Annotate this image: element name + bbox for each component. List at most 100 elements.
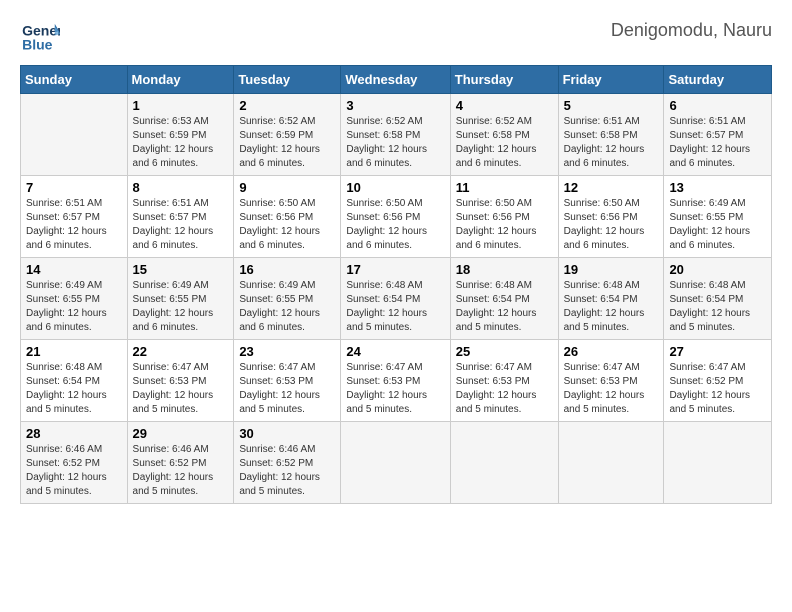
week-row-5: 28 Sunrise: 6:46 AMSunset: 6:52 PMDayligh…: [21, 422, 772, 504]
calendar-cell: 17 Sunrise: 6:48 AMSunset: 6:54 PMDayligh…: [341, 258, 450, 340]
day-number: 2: [239, 98, 335, 113]
calendar-cell: 2 Sunrise: 6:52 AMSunset: 6:59 PMDaylight…: [234, 94, 341, 176]
day-info: Sunrise: 6:48 AMSunset: 6:54 PMDaylight:…: [456, 279, 553, 335]
calendar-cell: [664, 422, 772, 504]
col-header-sunday: Sunday: [21, 66, 128, 94]
day-number: 18: [456, 262, 553, 277]
day-info: Sunrise: 6:46 AMSunset: 6:52 PMDaylight:…: [26, 443, 122, 499]
calendar-cell: 30 Sunrise: 6:46 AMSunset: 6:52 PMDayligh…: [234, 422, 341, 504]
day-number: 28: [26, 426, 122, 441]
day-number: 1: [133, 98, 229, 113]
col-header-wednesday: Wednesday: [341, 66, 450, 94]
calendar-cell: 11 Sunrise: 6:50 AMSunset: 6:56 PMDayligh…: [450, 176, 558, 258]
day-number: 30: [239, 426, 335, 441]
calendar-cell: 25Sunrise: 6:47 AMSunset: 6:53 PMDayligh…: [450, 340, 558, 422]
col-header-saturday: Saturday: [664, 66, 772, 94]
day-number: 12: [564, 180, 659, 195]
day-info: Sunrise: 6:50 AMSunset: 6:56 PMDaylight:…: [456, 197, 553, 253]
col-header-friday: Friday: [558, 66, 664, 94]
day-number: 26: [564, 344, 659, 359]
day-number: 29: [133, 426, 229, 441]
day-info: Sunrise: 6:47 AMSunset: 6:53 PMDaylight:…: [456, 361, 553, 417]
day-number: 24: [346, 344, 444, 359]
day-info: Sunrise: 6:51 AMSunset: 6:57 PMDaylight:…: [669, 115, 766, 171]
week-row-1: 1 Sunrise: 6:53 AMSunset: 6:59 PMDaylight…: [21, 94, 772, 176]
calendar-cell: 8 Sunrise: 6:51 AMSunset: 6:57 PMDaylight…: [127, 176, 234, 258]
col-header-monday: Monday: [127, 66, 234, 94]
day-info: Sunrise: 6:52 AMSunset: 6:58 PMDaylight:…: [456, 115, 553, 171]
day-number: 21: [26, 344, 122, 359]
day-info: Sunrise: 6:50 AMSunset: 6:56 PMDaylight:…: [346, 197, 444, 253]
calendar-cell: [558, 422, 664, 504]
day-info: Sunrise: 6:46 AMSunset: 6:52 PMDaylight:…: [239, 443, 335, 499]
day-number: 15: [133, 262, 229, 277]
calendar-cell: 13 Sunrise: 6:49 AMSunset: 6:55 PMDayligh…: [664, 176, 772, 258]
day-info: Sunrise: 6:50 AMSunset: 6:56 PMDaylight:…: [564, 197, 659, 253]
week-row-3: 14 Sunrise: 6:49 AMSunset: 6:55 PMDayligh…: [21, 258, 772, 340]
day-info: Sunrise: 6:49 AMSunset: 6:55 PMDaylight:…: [133, 279, 229, 335]
day-number: 13: [669, 180, 766, 195]
day-info: Sunrise: 6:48 AMSunset: 6:54 PMDaylight:…: [26, 361, 122, 417]
week-row-4: 21 Sunrise: 6:48 AMSunset: 6:54 PMDayligh…: [21, 340, 772, 422]
calendar-cell: 16 Sunrise: 6:49 AMSunset: 6:55 PMDayligh…: [234, 258, 341, 340]
day-info: Sunrise: 6:49 AMSunset: 6:55 PMDaylight:…: [669, 197, 766, 253]
day-info: Sunrise: 6:47 AMSunset: 6:53 PMDaylight:…: [346, 361, 444, 417]
day-info: Sunrise: 6:48 AMSunset: 6:54 PMDaylight:…: [564, 279, 659, 335]
col-header-tuesday: Tuesday: [234, 66, 341, 94]
calendar-cell: 7 Sunrise: 6:51 AMSunset: 6:57 PMDaylight…: [21, 176, 128, 258]
calendar-cell: 14 Sunrise: 6:49 AMSunset: 6:55 PMDayligh…: [21, 258, 128, 340]
calendar-cell: 23Sunrise: 6:47 AMSunset: 6:53 PMDayligh…: [234, 340, 341, 422]
calendar-cell: 19Sunrise: 6:48 AMSunset: 6:54 PMDayligh…: [558, 258, 664, 340]
calendar-header: SundayMondayTuesdayWednesdayThursdayFrid…: [21, 66, 772, 94]
calendar-table: SundayMondayTuesdayWednesdayThursdayFrid…: [20, 65, 772, 504]
calendar-cell: 10 Sunrise: 6:50 AMSunset: 6:56 PMDayligh…: [341, 176, 450, 258]
day-number: 4: [456, 98, 553, 113]
day-info: Sunrise: 6:49 AMSunset: 6:55 PMDaylight:…: [239, 279, 335, 335]
day-number: 7: [26, 180, 122, 195]
page-header: General Blue Denigomodu, Nauru: [20, 20, 772, 55]
day-number: 27: [669, 344, 766, 359]
day-number: 3: [346, 98, 444, 113]
calendar-cell: 26 Sunrise: 6:47 AMSunset: 6:53 PMDayligh…: [558, 340, 664, 422]
calendar-cell: 21 Sunrise: 6:48 AMSunset: 6:54 PMDayligh…: [21, 340, 128, 422]
calendar-cell: 27 Sunrise: 6:47 AMSunset: 6:52 PMDayligh…: [664, 340, 772, 422]
day-number: 20: [669, 262, 766, 277]
day-number: 9: [239, 180, 335, 195]
day-info: Sunrise: 6:50 AMSunset: 6:56 PMDaylight:…: [239, 197, 335, 253]
day-number: 23: [239, 344, 335, 359]
day-info: Sunrise: 6:47 AMSunset: 6:53 PMDaylight:…: [564, 361, 659, 417]
day-number: 6: [669, 98, 766, 113]
calendar-body: 1 Sunrise: 6:53 AMSunset: 6:59 PMDaylight…: [21, 94, 772, 504]
day-number: 8: [133, 180, 229, 195]
day-info: Sunrise: 6:49 AMSunset: 6:55 PMDaylight:…: [26, 279, 122, 335]
day-number: 11: [456, 180, 553, 195]
day-number: 10: [346, 180, 444, 195]
calendar-cell: 15 Sunrise: 6:49 AMSunset: 6:55 PMDayligh…: [127, 258, 234, 340]
day-number: 14: [26, 262, 122, 277]
location: Denigomodu, Nauru: [611, 20, 772, 41]
day-info: Sunrise: 6:51 AMSunset: 6:57 PMDaylight:…: [133, 197, 229, 253]
day-info: Sunrise: 6:48 AMSunset: 6:54 PMDaylight:…: [346, 279, 444, 335]
day-number: 16: [239, 262, 335, 277]
calendar-cell: 5Sunrise: 6:51 AMSunset: 6:58 PMDaylight…: [558, 94, 664, 176]
day-info: Sunrise: 6:47 AMSunset: 6:53 PMDaylight:…: [133, 361, 229, 417]
calendar-cell: 9 Sunrise: 6:50 AMSunset: 6:56 PMDaylight…: [234, 176, 341, 258]
day-info: Sunrise: 6:53 AMSunset: 6:59 PMDaylight:…: [133, 115, 229, 171]
calendar-cell: 20 Sunrise: 6:48 AMSunset: 6:54 PMDayligh…: [664, 258, 772, 340]
day-info: Sunrise: 6:47 AMSunset: 6:52 PMDaylight:…: [669, 361, 766, 417]
col-header-thursday: Thursday: [450, 66, 558, 94]
calendar-cell: 12 Sunrise: 6:50 AMSunset: 6:56 PMDayligh…: [558, 176, 664, 258]
day-info: Sunrise: 6:48 AMSunset: 6:54 PMDaylight:…: [669, 279, 766, 335]
calendar-cell: [450, 422, 558, 504]
logo: General Blue: [20, 20, 60, 55]
calendar-cell: 3Sunrise: 6:52 AMSunset: 6:58 PMDaylight…: [341, 94, 450, 176]
calendar-cell: 24 Sunrise: 6:47 AMSunset: 6:53 PMDayligh…: [341, 340, 450, 422]
day-info: Sunrise: 6:51 AMSunset: 6:57 PMDaylight:…: [26, 197, 122, 253]
day-info: Sunrise: 6:52 AMSunset: 6:59 PMDaylight:…: [239, 115, 335, 171]
day-number: 17: [346, 262, 444, 277]
day-info: Sunrise: 6:46 AMSunset: 6:52 PMDaylight:…: [133, 443, 229, 499]
header-row: SundayMondayTuesdayWednesdayThursdayFrid…: [21, 66, 772, 94]
week-row-2: 7 Sunrise: 6:51 AMSunset: 6:57 PMDaylight…: [21, 176, 772, 258]
calendar-cell: 28 Sunrise: 6:46 AMSunset: 6:52 PMDayligh…: [21, 422, 128, 504]
calendar-cell: 4 Sunrise: 6:52 AMSunset: 6:58 PMDaylight…: [450, 94, 558, 176]
